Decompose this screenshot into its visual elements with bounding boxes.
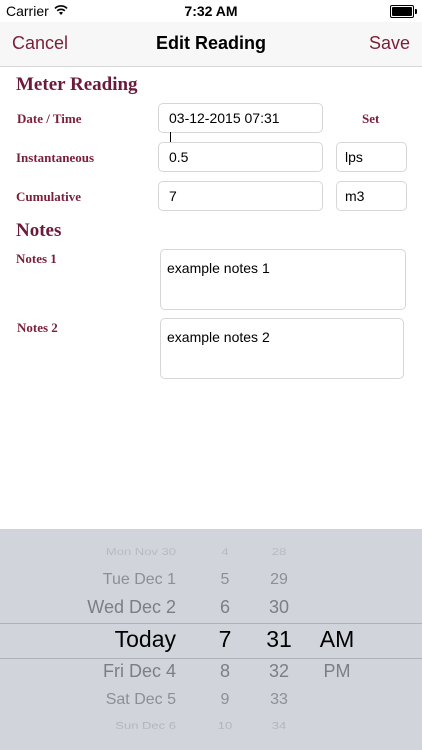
notes-heading: Notes bbox=[16, 220, 62, 241]
meter-reading-heading: Meter Reading bbox=[16, 74, 138, 95]
date-time-picker[interactable]: Mon Nov 30 4 28 Tue Dec 1 5 29 Wed Dec 2 6 30 Tod… bbox=[0, 529, 422, 750]
picker-hour-cell: 8 bbox=[219, 661, 230, 682]
page-title: Edit Reading bbox=[155, 33, 266, 53]
picker-day-cell: Mon Nov 30 bbox=[105, 546, 176, 558]
cumulative-unit: m3 bbox=[345, 188, 365, 204]
status-bar: Carrier 7:32 AM bbox=[0, 0, 422, 22]
picker-minute-cell: 33 bbox=[270, 691, 288, 709]
picker-day-cell: Today bbox=[114, 626, 176, 653]
picker-row[interactable]: Fri Dec 4 8 32 PM bbox=[0, 661, 422, 683]
picker-row[interactable]: Sun Dec 6 10 34 bbox=[0, 720, 422, 732]
picker-ampm-cell: PM bbox=[323, 661, 351, 682]
picker-hour-cell: 6 bbox=[219, 597, 230, 618]
picker-row[interactable]: Tue Dec 1 5 29 bbox=[0, 570, 422, 589]
notes-2-label: Notes 2 bbox=[17, 320, 58, 335]
picker-row-selected[interactable]: Today 7 31 AM bbox=[0, 626, 422, 654]
cumulative-field[interactable]: 7 bbox=[158, 181, 323, 211]
picker-row[interactable]: Wed Dec 2 6 30 bbox=[0, 597, 422, 619]
date-time-field[interactable]: 03-12-2015 07:31 bbox=[158, 103, 323, 148]
cumulative-value: 7 bbox=[169, 188, 177, 204]
battery-icon bbox=[390, 5, 417, 18]
picker-minute-cell: 31 bbox=[266, 626, 292, 653]
instantaneous-label: Instantaneous bbox=[16, 150, 95, 165]
picker-hour-cell: 4 bbox=[221, 546, 229, 558]
instantaneous-value: 0.5 bbox=[169, 149, 189, 165]
picker-day-cell: Fri Dec 4 bbox=[102, 661, 176, 682]
picker-hour-cell: 9 bbox=[220, 691, 230, 709]
clock: 7:32 AM bbox=[184, 3, 238, 19]
instantaneous-field[interactable]: 0.5 bbox=[158, 142, 323, 172]
navigation-bar: Cancel Edit Reading Save bbox=[0, 22, 422, 67]
picker-day-cell: Sun Dec 6 bbox=[115, 720, 176, 732]
notes-2-value: example notes 2 bbox=[167, 329, 270, 345]
notes-1-value: example notes 1 bbox=[167, 260, 270, 276]
notes-2-textarea[interactable]: example notes 2 bbox=[160, 318, 404, 379]
save-button[interactable]: Save bbox=[369, 33, 410, 54]
picker-hour-cell: 10 bbox=[217, 720, 233, 732]
date-time-value: 03-12-2015 07:31 bbox=[169, 110, 280, 126]
picker-day-cell: Tue Dec 1 bbox=[102, 571, 176, 589]
picker-minute-cell: 32 bbox=[268, 661, 290, 682]
cumulative-unit-field[interactable]: m3 bbox=[336, 181, 407, 211]
picker-day-cell: Wed Dec 2 bbox=[87, 597, 176, 618]
cumulative-label: Cumulative bbox=[16, 189, 81, 204]
picker-hour-cell: 7 bbox=[218, 626, 232, 653]
date-time-label: Date / Time bbox=[17, 111, 82, 126]
set-button[interactable]: Set bbox=[362, 111, 379, 127]
picker-minute-cell: 28 bbox=[271, 546, 287, 558]
picker-day-cell: Sat Dec 5 bbox=[105, 691, 176, 709]
instantaneous-unit-field[interactable]: lps bbox=[336, 142, 407, 172]
picker-minute-cell: 30 bbox=[268, 597, 290, 618]
instantaneous-unit: lps bbox=[345, 149, 363, 165]
notes-1-label: Notes 1 bbox=[16, 251, 57, 266]
picker-ampm-cell: AM bbox=[319, 626, 355, 653]
picker-minute-cell: 29 bbox=[270, 571, 288, 589]
picker-row[interactable]: Mon Nov 30 4 28 bbox=[0, 546, 422, 558]
picker-hour-cell: 5 bbox=[220, 571, 230, 589]
picker-row[interactable]: Sat Dec 5 9 33 bbox=[0, 690, 422, 709]
notes-1-textarea[interactable]: example notes 1 bbox=[160, 249, 406, 310]
picker-minute-cell: 34 bbox=[271, 720, 287, 732]
